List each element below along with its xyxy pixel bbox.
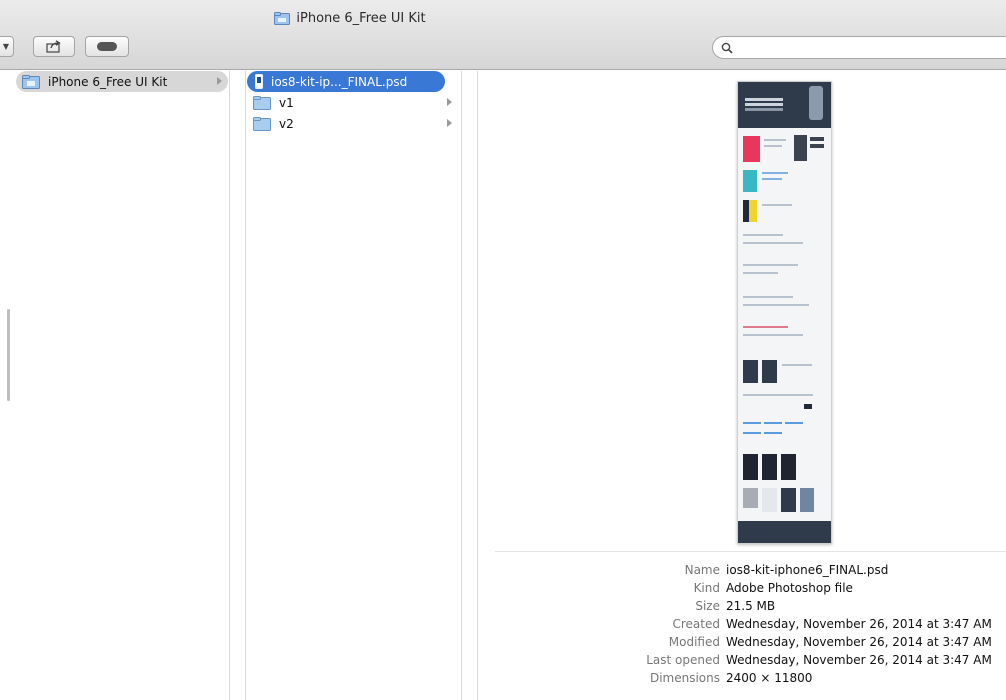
info-key: Dimensions	[649, 671, 720, 685]
preview-swatch	[794, 135, 807, 161]
chevron-down-icon: ▼	[2, 42, 10, 51]
toolbar: iPhone 6_Free UI Kit ▼	[0, 0, 1006, 70]
folder-icon	[274, 12, 291, 25]
preview-phone-image	[809, 86, 823, 120]
preview-line	[743, 394, 813, 396]
preview-line	[764, 422, 782, 424]
tag-icon	[97, 42, 117, 51]
info-value: ios8-kit-iphone6_FINAL.psd	[726, 563, 889, 577]
info-key: Last opened	[646, 653, 720, 667]
column-item-label: ios8-kit-ip..._FINAL.psd	[271, 74, 408, 89]
preview-line	[743, 272, 778, 274]
preview-swatch	[743, 488, 758, 508]
preview-line	[762, 172, 788, 174]
preview-header-block	[738, 82, 831, 128]
preview-swatch	[762, 454, 777, 480]
preview-swatch	[804, 404, 812, 409]
share-icon	[46, 40, 61, 53]
preview-swatch	[743, 454, 758, 480]
preview-footer-block	[738, 521, 831, 543]
info-key: Created	[672, 617, 721, 631]
action-dropdown-button[interactable]: ▼	[0, 36, 14, 57]
preview-line	[743, 296, 793, 298]
parent-column: iPhone 6_Free UI Kit	[0, 71, 230, 700]
preview-line	[764, 139, 786, 141]
search-field[interactable]	[712, 36, 1006, 59]
preview-line	[782, 364, 812, 366]
folder-icon	[253, 95, 271, 110]
info-row-modified: Modified Wednesday, November 26, 2014 at…	[609, 633, 1006, 651]
info-value: Wednesday, November 26, 2014 at 3:47 AM	[726, 653, 992, 667]
column-resize-gutter[interactable]	[463, 71, 478, 700]
folder-icon	[22, 74, 40, 89]
preview-line	[743, 304, 809, 306]
file-preview-thumbnail[interactable]	[737, 81, 832, 544]
scrollbar-thumb[interactable]	[7, 309, 10, 401]
disclosure-arrow-icon	[447, 98, 452, 106]
preview-line	[743, 234, 783, 236]
window-title: iPhone 6_Free UI Kit	[0, 11, 700, 26]
info-key: Size	[695, 599, 720, 613]
preview-line	[762, 178, 782, 180]
preview-line	[743, 432, 761, 434]
info-value: Wednesday, November 26, 2014 at 3:47 AM	[726, 635, 992, 649]
preview-line	[762, 204, 792, 206]
preview-line	[743, 264, 798, 266]
info-row-size: Size 21.5 MB	[609, 597, 1006, 615]
info-value: 21.5 MB	[726, 599, 776, 613]
info-row-dimensions: Dimensions 2400 × 11800	[609, 669, 1006, 687]
preview-swatch	[762, 488, 777, 512]
info-row-kind: Kind Adobe Photoshop file	[609, 579, 1006, 597]
info-key: Modified	[668, 635, 720, 649]
preview-line	[743, 422, 761, 424]
preview-swatch	[810, 144, 824, 148]
info-value: Adobe Photoshop file	[726, 581, 853, 595]
psd-file-icon	[255, 74, 263, 89]
column-item-iphone6-kit[interactable]: iPhone 6_Free UI Kit	[16, 71, 228, 92]
preview-pane: Name ios8-kit-iphone6_FINAL.psd Kind Ado…	[479, 71, 1006, 700]
preview-swatch	[781, 454, 796, 480]
column-item-v2[interactable]: v2	[253, 113, 458, 134]
column-resize-gutter[interactable]	[231, 71, 246, 700]
info-row-name: Name ios8-kit-iphone6_FINAL.psd	[609, 561, 1006, 579]
preview-line	[743, 242, 803, 244]
preview-divider	[495, 551, 1006, 552]
folder-contents-column: ios8-kit-ip..._FINAL.psd v1 v2	[247, 71, 462, 700]
preview-line	[743, 334, 803, 336]
tag-button[interactable]	[85, 36, 129, 57]
column-item-v1[interactable]: v1	[253, 92, 458, 113]
preview-swatch	[810, 137, 824, 141]
info-row-created: Created Wednesday, November 26, 2014 at …	[609, 615, 1006, 633]
preview-swatch	[743, 360, 758, 383]
search-input[interactable]	[737, 38, 987, 57]
info-row-last-opened: Last opened Wednesday, November 26, 2014…	[609, 651, 1006, 669]
info-value: Wednesday, November 26, 2014 at 3:47 AM	[726, 617, 992, 631]
folder-icon	[253, 116, 271, 131]
info-value: 2400 × 11800	[726, 671, 813, 685]
info-key: Kind	[693, 581, 720, 595]
preview-swatch	[762, 360, 777, 383]
column-item-label: v1	[279, 95, 294, 110]
preview-line	[764, 432, 782, 434]
preview-swatch	[743, 200, 757, 222]
window-title-label: iPhone 6_Free UI Kit	[296, 11, 426, 26]
preview-line	[785, 422, 803, 424]
preview-swatch	[743, 170, 757, 192]
preview-text-lines	[745, 98, 783, 101]
preview-swatch	[800, 488, 814, 512]
column-item-label: v2	[279, 116, 294, 131]
disclosure-arrow-icon	[447, 119, 452, 127]
share-button[interactable]	[33, 36, 75, 57]
column-item-psd-file[interactable]: ios8-kit-ip..._FINAL.psd	[247, 71, 445, 92]
column-item-label: iPhone 6_Free UI Kit	[48, 74, 168, 89]
info-key: Name	[684, 563, 720, 577]
preview-line	[743, 326, 788, 328]
preview-swatch	[781, 488, 796, 512]
preview-line	[764, 145, 782, 147]
search-icon	[721, 42, 733, 54]
disclosure-arrow-icon	[217, 77, 222, 85]
preview-swatch	[743, 136, 760, 162]
file-info-table: Name ios8-kit-iphone6_FINAL.psd Kind Ado…	[609, 561, 1006, 687]
